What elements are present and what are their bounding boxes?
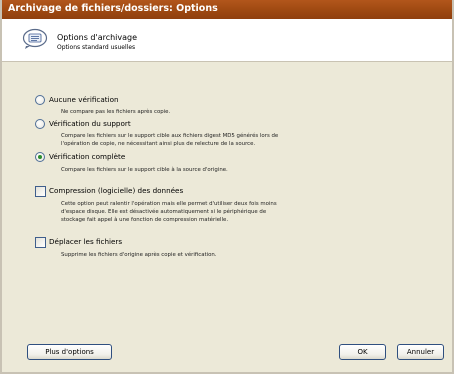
option-label: Vérification complète <box>49 152 126 161</box>
title-bar[interactable]: Archivage de fichiers/dossiers: Options <box>2 0 452 19</box>
option-label: Déplacer les fichiers <box>49 237 123 246</box>
description-line: d'espace disque. Elle est désactivée aut… <box>61 209 267 215</box>
archive-options-icon <box>22 28 48 49</box>
description-line: Ne compare pas les fichiers après copie. <box>61 109 171 115</box>
options-dialog: Archivage de fichiers/dossiers: Options … <box>0 0 454 374</box>
option-label: Aucune vérification <box>49 95 119 104</box>
checkbox[interactable] <box>35 186 46 197</box>
option-description: Ne compare pas les fichiers après copie. <box>61 108 170 116</box>
description-line: Compare les fichiers sur le support cibl… <box>61 133 279 139</box>
option-description: Compare les fichiers sur le support cibl… <box>61 166 228 174</box>
more-options-button[interactable]: Plus d'options <box>27 344 112 360</box>
radio-button[interactable] <box>35 119 45 129</box>
dialog-header: Options d'archivage Options standard usu… <box>2 19 452 62</box>
radio-dot <box>38 155 42 159</box>
radio-button-selected[interactable] <box>35 152 45 162</box>
header-title: Options d'archivage <box>57 33 138 42</box>
option-label: Compression (logicielle) des données <box>49 186 184 195</box>
description-line: stockage fait appel à une fonction de co… <box>61 217 229 223</box>
header-subtitle: Options standard usuelles <box>57 44 136 51</box>
option-label: Vérification du support <box>49 119 131 128</box>
ok-button[interactable]: OK <box>339 344 386 360</box>
option-description: Compare les fichiers sur le support cibl… <box>61 132 278 148</box>
checkbox[interactable] <box>35 237 46 248</box>
description-line: Supprime les fichiers d'origine après co… <box>61 252 217 258</box>
description-line: Cette option peut ralentir l'opération m… <box>61 201 277 207</box>
window-title: Archivage de fichiers/dossiers: Options <box>8 3 218 14</box>
radio-button[interactable] <box>35 95 45 105</box>
cancel-button[interactable]: Annuler <box>397 344 444 360</box>
button-label: Plus d'options <box>45 348 94 356</box>
description-line: l'opération de copie, ne nécessitant ain… <box>61 141 256 147</box>
description-line: Compare les fichiers sur le support cibl… <box>61 167 228 173</box>
option-description: Supprime les fichiers d'origine après co… <box>61 251 217 259</box>
button-label: Annuler <box>406 348 435 356</box>
button-label: OK <box>357 348 368 356</box>
option-description: Cette option peut ralentir l'opération m… <box>61 200 277 224</box>
